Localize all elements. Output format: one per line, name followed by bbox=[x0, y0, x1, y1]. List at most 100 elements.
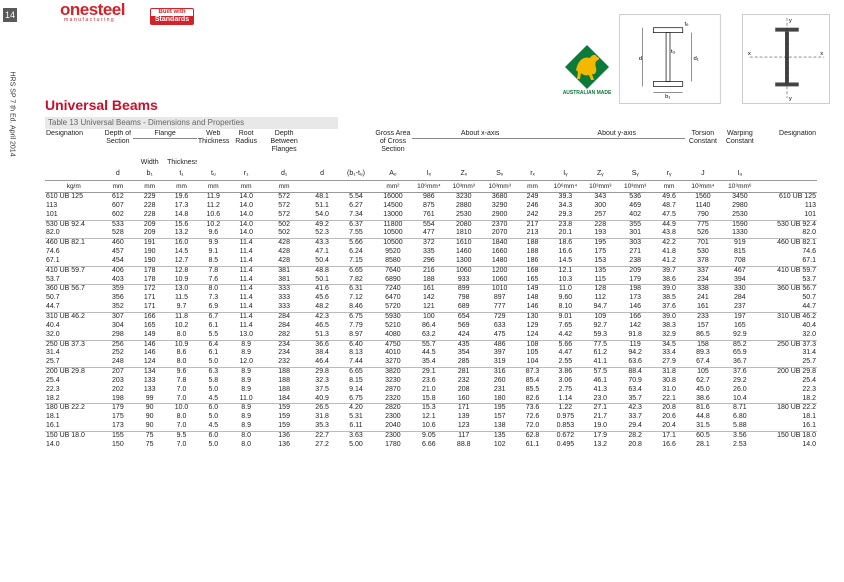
table-cell: 92.7 bbox=[593, 321, 608, 329]
table-cell: 6.75 bbox=[338, 311, 374, 322]
table-cell: 572 bbox=[278, 201, 290, 209]
table-cell: 33.7 bbox=[628, 413, 642, 421]
onesteel-logo-sub: manufacturing bbox=[64, 17, 116, 23]
table-cell: 27.9 bbox=[662, 358, 676, 366]
table-cell: 99 bbox=[145, 394, 154, 402]
table-cell: 460 UB 82.1 bbox=[759, 238, 817, 249]
table-cell: 919 bbox=[720, 238, 760, 249]
table-body: 610 UB 125 612 229 19.6 11.9 14.0 572 48.1 5.54 1… bbox=[45, 193, 817, 450]
table-cell: 1560 bbox=[695, 193, 711, 200]
table-cell: 7.44 bbox=[349, 358, 363, 366]
table-cell: 150 UB 18.0 bbox=[759, 430, 817, 441]
table-cell: 209 bbox=[143, 229, 156, 237]
table-cell: 198 bbox=[617, 284, 653, 295]
table-cell: 360 UB 56.7 bbox=[45, 284, 103, 295]
symbol-cell: rᵧ bbox=[666, 169, 672, 177]
table-cell: 281 bbox=[445, 367, 483, 377]
table-cell: 10500 bbox=[383, 229, 403, 237]
table-cell: 200 UB 29.8 bbox=[45, 367, 103, 377]
table-cell: 27.1 bbox=[582, 403, 618, 414]
table-cell: 11.5 bbox=[174, 294, 189, 302]
table-cell: 11.8 bbox=[166, 311, 197, 322]
table-cell: 28.1 bbox=[696, 440, 710, 448]
table-cell: 7.3 bbox=[208, 294, 219, 302]
table-cell: 90 bbox=[145, 422, 154, 430]
table-cell: 11.4 bbox=[229, 238, 263, 249]
table-cell: 207 bbox=[102, 367, 134, 377]
table-cell: 316 bbox=[482, 367, 518, 377]
table-cell: 14.8 bbox=[174, 210, 189, 218]
table-cell: 188 bbox=[262, 367, 306, 377]
table-cell: 7.6 bbox=[208, 275, 219, 283]
table-cell: 34.3 bbox=[558, 201, 573, 209]
table-cell: 5.0 bbox=[208, 385, 219, 393]
table-cell: 40.9 bbox=[315, 394, 329, 402]
table-cell: 304 bbox=[112, 321, 124, 329]
table-cell: 475 bbox=[493, 330, 506, 338]
svg-text:y: y bbox=[789, 18, 792, 24]
table-cell: 100 bbox=[412, 311, 446, 322]
table-cell: 285 bbox=[457, 358, 470, 366]
table-cell: 1810 bbox=[455, 229, 472, 237]
table-cell: 8.9 bbox=[229, 367, 263, 377]
table-cell: 5.8 bbox=[208, 376, 219, 384]
table-cell: 260 bbox=[493, 376, 506, 384]
table-cell: 11.4 bbox=[229, 265, 263, 276]
table-cell: 6.24 bbox=[349, 248, 363, 256]
table-cell: 8.0 bbox=[176, 330, 187, 338]
table-cell: 50.1 bbox=[315, 275, 329, 283]
table-cell: 188 bbox=[526, 248, 539, 256]
header-designation: Designation bbox=[46, 130, 83, 137]
table-cell: 11.2 bbox=[206, 201, 220, 209]
table-cell: 39.3 bbox=[558, 193, 573, 200]
table-cell: 13.2 bbox=[593, 440, 608, 448]
symbol-cell: rₓ bbox=[530, 169, 535, 177]
table-cell: 10.9 bbox=[174, 275, 189, 283]
table-cell: 35.3 bbox=[315, 422, 329, 430]
table-cell: 410 UB 59.7 bbox=[45, 265, 103, 276]
table-cell: 14.0 bbox=[802, 440, 816, 448]
table-cell: 86.4 bbox=[422, 321, 436, 329]
table-cell: 2530 bbox=[732, 210, 748, 218]
table-cell: 3450 bbox=[732, 193, 748, 200]
table-cell: 424 bbox=[457, 330, 470, 338]
table-cell: 6.1 bbox=[208, 349, 219, 357]
table-cell: 104 bbox=[526, 358, 539, 366]
table-row: 610 UB 125 612 229 19.6 11.9 14.0 572 48.1 5.54 1… bbox=[45, 193, 817, 202]
table-cell: 11.4 bbox=[239, 275, 253, 283]
table-cell: 41.3 bbox=[593, 385, 608, 393]
table-cell: 333 bbox=[262, 284, 306, 295]
table-cell: 25.4 bbox=[802, 376, 816, 384]
table-cell: 180 UB 22.2 bbox=[759, 403, 817, 414]
table-cell: 12.0 bbox=[239, 358, 253, 366]
header-warping: Warping Constant bbox=[725, 130, 754, 145]
table-cell: 761 bbox=[423, 210, 435, 218]
table-cell: 133 bbox=[143, 385, 156, 393]
table-cell: 117 bbox=[445, 430, 483, 441]
table-cell: 67.4 bbox=[696, 358, 710, 366]
standards-top: Built with bbox=[158, 9, 186, 15]
table-cell: 27.2 bbox=[315, 440, 329, 448]
table-cell: 38.4 bbox=[315, 349, 329, 357]
table-cell: 3.56 bbox=[720, 430, 760, 441]
table-cell: 403 bbox=[112, 275, 124, 283]
table-cell: 7.15 bbox=[349, 256, 363, 264]
table-cell: 3.63 bbox=[338, 430, 374, 441]
unit-cell bbox=[759, 180, 817, 193]
table-cell: 899 bbox=[445, 284, 483, 295]
table-cell: 2.75 bbox=[558, 385, 573, 393]
table-cell: 18.6 bbox=[547, 238, 583, 249]
table-cell: 333 bbox=[278, 294, 290, 302]
table-row: 82.0 528 209 13.2 9.6 14.0 502 52.3 7.55 10500 477… bbox=[45, 229, 817, 238]
table-cell: 41.2 bbox=[662, 256, 676, 264]
table-cell: 602 bbox=[112, 210, 124, 218]
table-cell: 502 bbox=[262, 219, 306, 230]
table-cell: 25.7 bbox=[46, 358, 60, 366]
table-cell: 216 bbox=[412, 265, 446, 276]
table-cell: 250 UB 37.3 bbox=[759, 339, 817, 350]
table-cell: 161 bbox=[697, 303, 709, 311]
table-cell: 1460 bbox=[455, 248, 472, 256]
table-cell: 74.6 bbox=[46, 248, 60, 256]
table-cell: 9520 bbox=[385, 248, 401, 256]
table-cell: 486 bbox=[482, 339, 518, 350]
